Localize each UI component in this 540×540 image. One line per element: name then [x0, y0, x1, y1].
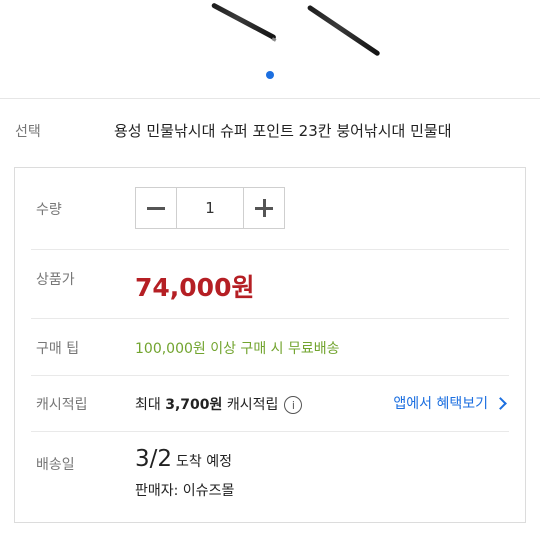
cashback-label: 캐시적립: [36, 397, 88, 413]
cashback-prefix: 최대: [135, 397, 161, 413]
gallery-pagination: [0, 64, 540, 83]
tip-row: 구매 팁 100,000원 이상 구매 시 무료배송: [15, 319, 525, 375]
increase-button[interactable]: [244, 188, 284, 228]
product-image-area[interactable]: [0, 0, 540, 86]
option-select-row[interactable]: 선택 용성 민물낚시대 슈퍼 포인트 23칸 붕어낚시대 민물대: [0, 99, 540, 159]
shipping-date: 3/2 도착 예정: [135, 446, 232, 472]
app-benefit-link[interactable]: 앱에서 혜택보기: [393, 393, 507, 413]
chevron-right-icon: [494, 396, 507, 410]
pagination-dot-active[interactable]: [266, 71, 274, 79]
shipping-row: 배송일 3/2 도착 예정 판매자: 이슈즈몰: [15, 432, 525, 522]
quantity-stepper[interactable]: 1: [135, 187, 285, 229]
cashback-text: 최대 3,700원 캐시적립 i: [135, 394, 303, 414]
cashback-row: 캐시적립 최대 3,700원 캐시적립 i 앱에서 혜택보기: [15, 376, 525, 431]
seller-name: 판매자: 이슈즈몰: [135, 483, 235, 499]
option-label: 선택: [15, 124, 41, 140]
price-row: 상품가 74,000원: [15, 250, 525, 318]
fishing-rod-image-left: [210, 2, 277, 41]
shipping-label: 배송일: [36, 457, 75, 473]
tip-label: 구매 팁: [36, 341, 80, 357]
arrival-status: 도착 예정: [176, 454, 232, 470]
quantity-row: 수량 1: [15, 168, 525, 249]
product-info-box: 수량 1 상품가 74,000원 구매 팁 100,000원 이상 구매 시 무…: [14, 167, 526, 523]
cashback-amount: 3,700원: [165, 397, 223, 413]
quantity-label: 수량: [36, 202, 62, 218]
free-shipping-tip: 100,000원 이상 구매 시 무료배송: [135, 341, 340, 357]
price-value: 74,000원: [135, 273, 255, 302]
info-icon[interactable]: i: [284, 396, 303, 414]
price-label: 상품가: [36, 272, 75, 288]
plus-icon: [255, 199, 273, 217]
decrease-button[interactable]: [136, 188, 176, 228]
arrival-date: 3/2: [135, 446, 173, 472]
option-value[interactable]: 용성 민물낚시대 슈퍼 포인트 23칸 붕어낚시대 민물대: [114, 120, 452, 141]
quantity-value[interactable]: 1: [176, 188, 244, 228]
cashback-suffix: 캐시적립: [226, 397, 279, 413]
fishing-rod-image-right: [306, 4, 381, 57]
app-benefit-label: 앱에서 혜택보기: [393, 396, 488, 412]
rod-tip: [271, 37, 277, 42]
minus-icon: [147, 206, 165, 210]
